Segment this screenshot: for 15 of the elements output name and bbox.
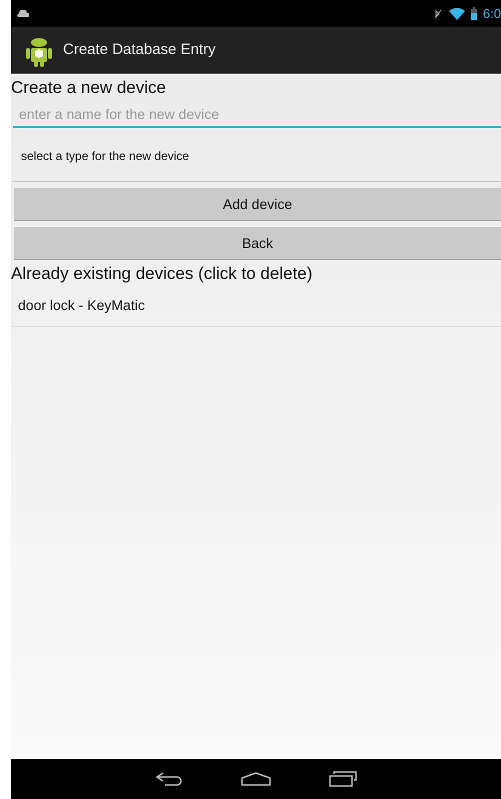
action-button[interactable]: Back [14,227,501,260]
clock-time: 6:0 [482,4,501,23]
cloud-icon [17,10,29,17]
type-spinner[interactable]: select a type for the new device [13,130,501,182]
action-button[interactable]: Add device [14,188,501,221]
section-heading: Already existing devices (click to delete) [11,263,314,285]
device-list-item[interactable]: door lock - KeyMatic [11,285,501,327]
wifi-icon [448,8,465,20]
battery-icon [470,7,477,20]
name-input-field[interactable]: enter a name for the new device [13,101,501,128]
recent-apps-icon[interactable] [329,771,357,787]
app-title: Create Database Entry [63,40,216,60]
back-icon[interactable] [155,772,183,786]
section-heading: Create a new device [11,77,167,99]
home-icon[interactable] [241,772,271,786]
